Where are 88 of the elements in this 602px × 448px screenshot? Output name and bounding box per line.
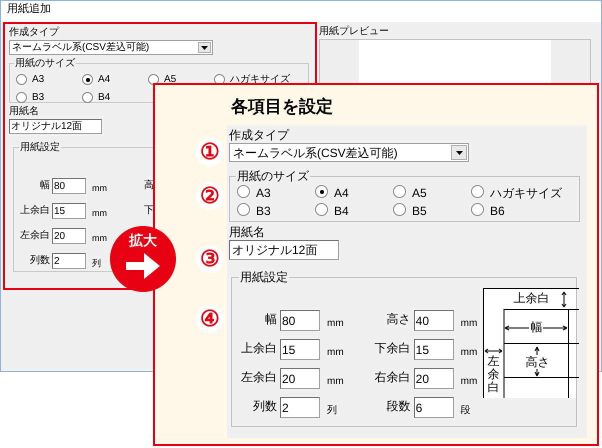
- radio-button[interactable]: [393, 185, 406, 198]
- field-label: 作成タイプ: [9, 26, 59, 40]
- unit-label: mm: [460, 375, 478, 389]
- field-label: 段数: [386, 398, 412, 415]
- paper-name-field[interactable]: オリジナル12面: [9, 119, 102, 134]
- unit-label: mm: [460, 346, 478, 360]
- radio-button[interactable]: [16, 74, 27, 85]
- radio-button[interactable]: [315, 185, 328, 198]
- radio-button[interactable]: [471, 203, 484, 216]
- radio-button[interactable]: [82, 74, 93, 85]
- text-field[interactable]: 15: [52, 203, 86, 219]
- type-dropdown[interactable]: ネームラベル系(CSV差込可能): [9, 40, 213, 55]
- group-label: 用紙のサイズ: [236, 168, 310, 184]
- field-label: 下: [144, 204, 154, 218]
- callout-title: 各項目を設定: [231, 96, 333, 118]
- badge-label: 拡大: [129, 232, 157, 248]
- window-title: 用紙追加: [7, 2, 51, 17]
- paper-name-field[interactable]: オリジナル12面: [229, 240, 339, 260]
- radio-label: A3: [32, 73, 44, 87]
- radio-label: B4: [98, 91, 110, 105]
- field-label: 左余白: [240, 369, 278, 386]
- diagram-label: 上余白: [513, 291, 550, 305]
- radio-button[interactable]: [237, 185, 250, 198]
- field-label: 高さ: [386, 311, 412, 328]
- unit-label: mm: [327, 346, 344, 360]
- field-label: 幅: [39, 179, 51, 193]
- diagram-label: 高さ: [525, 355, 550, 369]
- text-field[interactable]: 15: [280, 339, 320, 360]
- type-dropdown[interactable]: ネームラベル系(CSV差込可能): [229, 143, 469, 162]
- step-number: ①: [196, 138, 224, 166]
- text-field[interactable]: 2: [52, 253, 86, 269]
- radio-label: B6: [490, 203, 505, 220]
- radio-label: ハガキサイズ: [490, 185, 562, 202]
- radio-button[interactable]: [315, 203, 328, 216]
- field-label: 用紙名: [9, 105, 39, 119]
- arrow-right-icon: [126, 251, 160, 281]
- text-field[interactable]: 2: [280, 397, 320, 418]
- unit-label: 段: [460, 404, 471, 418]
- field-label: 幅: [264, 311, 278, 328]
- field-label: 下余白: [374, 340, 412, 357]
- radio-button[interactable]: [16, 92, 27, 103]
- unit-label: 列: [327, 404, 337, 418]
- field-label: 列数: [252, 398, 278, 415]
- field-label: 右余白: [374, 369, 412, 386]
- unit-label: mm: [92, 207, 107, 220]
- preview-label: 用紙プレビュー: [319, 25, 389, 39]
- text-field[interactable]: 40: [414, 310, 454, 331]
- unit-label: mm: [460, 317, 478, 331]
- text-field[interactable]: 20: [280, 368, 320, 389]
- radio-button[interactable]: [148, 74, 159, 85]
- radio-label: A3: [256, 185, 271, 202]
- field-label: 用紙名: [229, 224, 265, 240]
- step-number: ③: [196, 245, 224, 273]
- radio-label: B3: [32, 91, 44, 105]
- radio-label: A4: [98, 73, 110, 87]
- field-label: 左余白: [19, 229, 51, 243]
- radio-label: B4: [334, 203, 349, 220]
- radio-button[interactable]: [237, 203, 250, 216]
- radio-label: A5: [412, 185, 427, 202]
- radio-label: ハガキサイズ: [230, 73, 290, 87]
- unit-label: 列: [92, 257, 101, 270]
- radio-label: A5: [164, 73, 176, 87]
- radio-button[interactable]: [471, 185, 484, 198]
- field-label: 列数: [29, 254, 51, 268]
- unit-label: mm: [327, 375, 344, 389]
- field-label: 上余白: [19, 204, 51, 218]
- field-label: 作成タイプ: [229, 127, 289, 143]
- text-field[interactable]: 6: [414, 397, 454, 418]
- step-number: ②: [196, 182, 224, 210]
- step-number: ④: [196, 305, 224, 333]
- text-field[interactable]: 20: [52, 228, 86, 244]
- radio-label: B5: [412, 203, 427, 220]
- group-label: 用紙設定: [239, 269, 289, 285]
- text-field[interactable]: 15: [414, 339, 454, 360]
- diagram-label: 左余白: [487, 355, 500, 395]
- field-label: 上余白: [240, 340, 278, 357]
- radio-button[interactable]: [393, 203, 406, 216]
- radio-label: A4: [334, 185, 349, 202]
- radio-button[interactable]: [82, 92, 93, 103]
- diagram-label: 幅: [529, 320, 544, 334]
- radio-label: B3: [256, 203, 271, 220]
- unit-label: mm: [327, 317, 344, 331]
- text-field[interactable]: 80: [52, 178, 86, 194]
- text-field[interactable]: 80: [280, 310, 320, 331]
- text-field[interactable]: 20: [414, 368, 454, 389]
- field-label: 高: [144, 178, 154, 193]
- unit-label: mm: [92, 232, 107, 245]
- unit-label: mm: [92, 182, 107, 195]
